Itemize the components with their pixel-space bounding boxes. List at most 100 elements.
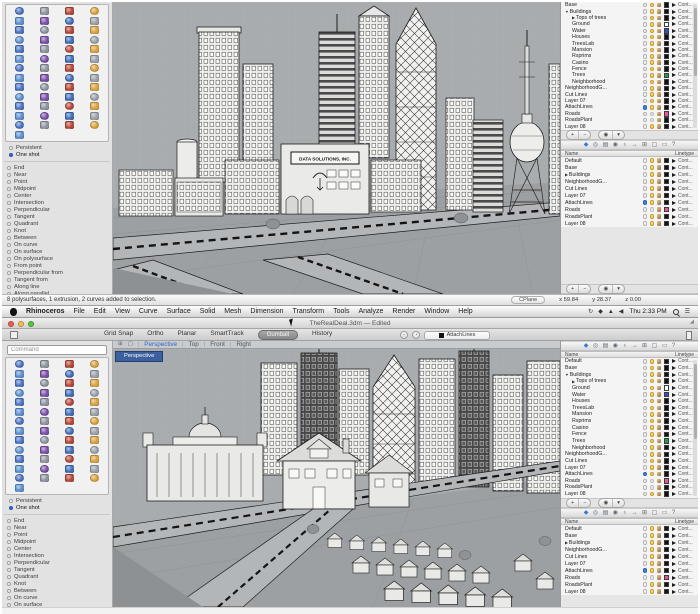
tool-icon[interactable] bbox=[15, 131, 24, 139]
tool-icon[interactable] bbox=[65, 417, 74, 425]
tool-icon[interactable] bbox=[15, 465, 24, 473]
osnap-center[interactable]: Center bbox=[2, 193, 112, 200]
checkbox-icon[interactable] bbox=[7, 201, 11, 205]
zoom-button[interactable] bbox=[28, 321, 34, 327]
color-swatch[interactable] bbox=[664, 86, 670, 92]
visibility-bulb-icon[interactable] bbox=[650, 73, 655, 78]
add-layer-button[interactable]: + bbox=[567, 499, 579, 507]
osnap-midpoint[interactable]: Midpoint bbox=[2, 539, 112, 546]
current-layer-radio[interactable] bbox=[643, 80, 648, 85]
osnap-near[interactable]: Near bbox=[2, 525, 112, 532]
lock-pen-icon[interactable] bbox=[657, 432, 662, 437]
tool-icon[interactable] bbox=[40, 36, 49, 44]
visibility-bulb-icon[interactable] bbox=[650, 392, 655, 397]
lock-pen-icon[interactable] bbox=[657, 172, 662, 177]
visibility-bulb-icon[interactable] bbox=[650, 445, 655, 450]
tool-icon[interactable] bbox=[15, 112, 24, 120]
color-swatch[interactable] bbox=[664, 554, 670, 560]
color-swatch[interactable] bbox=[664, 438, 670, 444]
current-layer-radio[interactable] bbox=[643, 379, 648, 384]
checkbox-icon[interactable] bbox=[7, 215, 11, 219]
tool-icon[interactable] bbox=[40, 398, 49, 406]
color-swatch[interactable] bbox=[664, 465, 670, 471]
layer-row-layer-07[interactable]: Layer 07Cont... bbox=[561, 464, 698, 471]
color-swatch[interactable] bbox=[664, 491, 670, 497]
menu-status-icon[interactable]: ↻ bbox=[588, 309, 593, 315]
visibility-bulb-icon[interactable] bbox=[650, 366, 655, 371]
menu-item-edit[interactable]: Edit bbox=[94, 308, 106, 315]
checkbox-icon[interactable] bbox=[7, 194, 11, 198]
layer-row-layer-08[interactable]: Layer 08Cont... bbox=[561, 491, 698, 498]
layer-menu-button[interactable]: ▾ bbox=[613, 285, 624, 293]
tool-icon[interactable] bbox=[15, 83, 24, 91]
lock-pen-icon[interactable] bbox=[657, 214, 662, 219]
current-layer-radio[interactable] bbox=[643, 575, 648, 580]
current-layer-radio[interactable] bbox=[643, 526, 648, 531]
color-swatch[interactable] bbox=[664, 398, 670, 404]
checkbox-icon[interactable] bbox=[7, 519, 11, 523]
tool-icon[interactable] bbox=[90, 17, 99, 25]
visibility-bulb-icon[interactable] bbox=[650, 547, 655, 552]
tool-icon[interactable] bbox=[90, 455, 99, 463]
toolbar-gumball[interactable]: Gumball bbox=[258, 330, 298, 340]
osnap-point[interactable]: Point bbox=[2, 532, 112, 539]
notification-list-icon[interactable]: ☰ bbox=[685, 309, 690, 315]
panel-icon[interactable]: ⊞ bbox=[642, 142, 647, 148]
osnap-intersection[interactable]: Intersection bbox=[2, 200, 112, 207]
current-layer-radio[interactable] bbox=[643, 124, 648, 129]
color-swatch[interactable] bbox=[664, 547, 670, 553]
layer-row-roadsplant[interactable]: RoadsPlantCont... bbox=[561, 484, 698, 491]
lock-pen-icon[interactable] bbox=[657, 16, 662, 21]
visibility-bulb-icon[interactable] bbox=[650, 16, 655, 21]
tool-icon[interactable] bbox=[15, 408, 24, 416]
color-swatch[interactable] bbox=[664, 54, 670, 60]
lock-pen-icon[interactable] bbox=[657, 547, 662, 552]
panel-icon[interactable]: ▢ bbox=[652, 343, 658, 349]
lock-pen-icon[interactable] bbox=[657, 99, 662, 104]
color-swatch[interactable] bbox=[664, 9, 670, 15]
layer-row-default[interactable]: DefaultCont... bbox=[561, 358, 698, 365]
checkbox-icon[interactable] bbox=[7, 589, 11, 593]
menu-item-file[interactable]: File bbox=[74, 308, 85, 315]
tool-icon[interactable] bbox=[40, 74, 49, 82]
checkbox-icon[interactable] bbox=[7, 568, 11, 572]
layer-row-buildings[interactable]: ▶BuildingsCont... bbox=[561, 539, 698, 546]
visibility-bulb-icon[interactable] bbox=[650, 386, 655, 391]
layer-row-default[interactable]: DefaultCont... bbox=[561, 525, 698, 532]
lock-pen-icon[interactable] bbox=[657, 60, 662, 65]
tool-icon[interactable] bbox=[65, 446, 74, 454]
visibility-bulb-icon[interactable] bbox=[650, 54, 655, 59]
layer-row-casino[interactable]: CasinoCont... bbox=[561, 424, 698, 431]
osnap-knot[interactable]: Knot bbox=[2, 228, 112, 235]
panel-icon[interactable]: ▤ bbox=[603, 343, 609, 349]
layer-row-roads[interactable]: RoadsCont... bbox=[561, 206, 698, 213]
layer-row-attachlines[interactable]: AttachLinesCont... bbox=[561, 104, 698, 110]
checkbox-icon[interactable] bbox=[7, 554, 11, 558]
color-swatch[interactable] bbox=[664, 214, 670, 220]
lock-pen-icon[interactable] bbox=[657, 589, 662, 594]
layer-row-trees[interactable]: TreesCont... bbox=[561, 72, 698, 78]
tool-icon[interactable] bbox=[15, 102, 24, 110]
color-swatch[interactable] bbox=[664, 589, 670, 595]
color-swatch[interactable] bbox=[664, 200, 670, 206]
viewport-bottom[interactable]: Perspective bbox=[113, 349, 560, 607]
panel-icon[interactable]: ▤ bbox=[603, 510, 609, 516]
panel-icon[interactable]: → bbox=[632, 510, 638, 516]
osnap-mode-one-shot[interactable]: One shot bbox=[4, 152, 110, 159]
visibility-bulb-icon[interactable] bbox=[650, 186, 655, 191]
viewport-tab-perspective[interactable]: Perspective bbox=[144, 341, 177, 348]
checkbox-icon[interactable] bbox=[7, 208, 11, 212]
checkbox-icon[interactable] bbox=[7, 264, 11, 268]
filter-button[interactable]: ◉ bbox=[599, 499, 613, 507]
lock-pen-icon[interactable] bbox=[657, 9, 662, 14]
color-swatch[interactable] bbox=[664, 582, 670, 588]
sidebar-toggle-icon[interactable] bbox=[10, 331, 18, 339]
toolbar-history[interactable]: History bbox=[312, 330, 332, 340]
tool-icon[interactable] bbox=[15, 389, 24, 397]
checkbox-icon[interactable] bbox=[7, 533, 11, 537]
tool-icon[interactable] bbox=[15, 436, 24, 444]
visibility-bulb-icon[interactable] bbox=[650, 86, 655, 91]
tool-icon[interactable] bbox=[65, 379, 74, 387]
layer-row-layer-08[interactable]: Layer 08Cont... bbox=[561, 220, 698, 227]
tool-icon[interactable] bbox=[40, 55, 49, 63]
